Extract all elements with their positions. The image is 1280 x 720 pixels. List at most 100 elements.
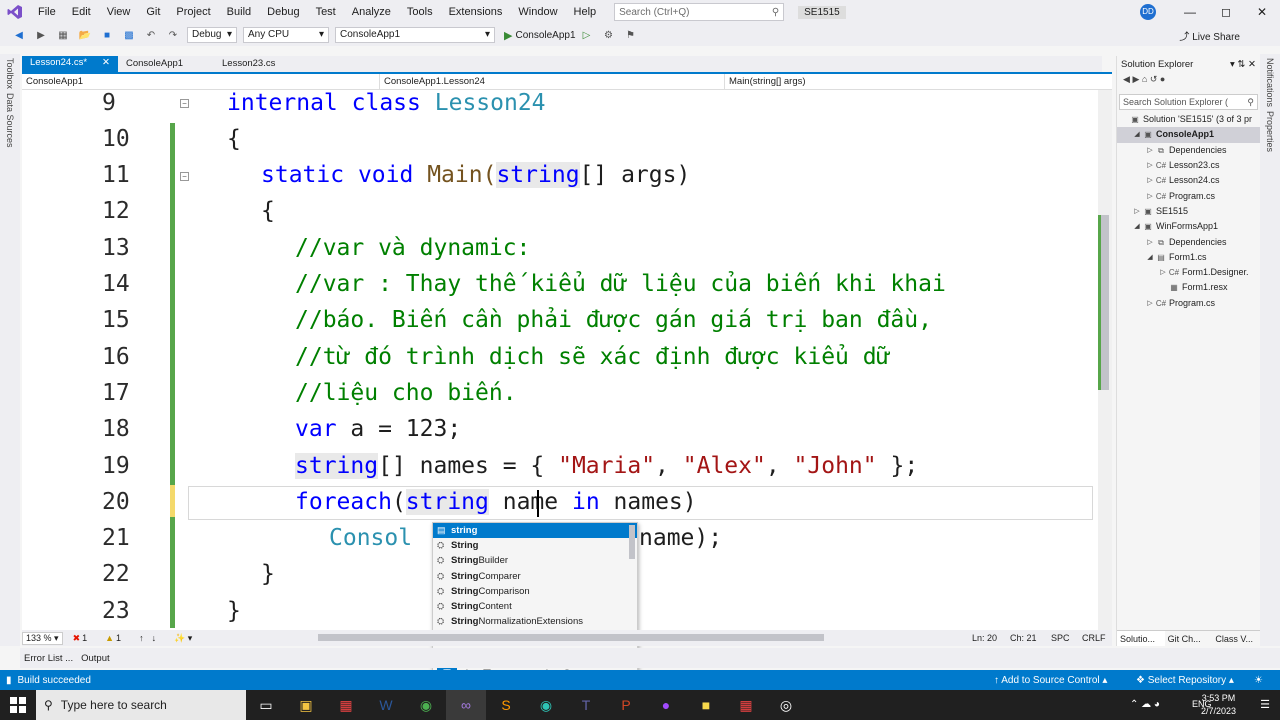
menu-item-git[interactable]: Git: [138, 0, 168, 24]
windows-start-icon[interactable]: [10, 697, 26, 716]
collapse-icon[interactable]: −: [180, 172, 189, 181]
menu-item-edit[interactable]: Edit: [64, 0, 99, 24]
tree-node[interactable]: ▣ Solution 'SE1515' (3 of 3 pr: [1117, 112, 1260, 127]
task-view-icon[interactable]: ▭: [246, 690, 286, 720]
pin-icon[interactable]: ⇅: [1237, 59, 1245, 70]
bookmark-icon[interactable]: ⚑: [623, 28, 639, 42]
tab-solution-explorer[interactable]: Solutio...: [1117, 631, 1165, 646]
tab-lesson23[interactable]: Lesson23.cs: [214, 56, 310, 72]
sublime-icon[interactable]: S: [486, 690, 526, 720]
expanded-arrow-icon[interactable]: ◢: [1145, 250, 1155, 265]
menu-item-tools[interactable]: Tools: [399, 0, 441, 24]
configuration-dropdown[interactable]: Debug ▾: [187, 27, 237, 43]
save-icon[interactable]: ■: [99, 28, 115, 42]
close-icon[interactable]: ✕: [102, 55, 110, 71]
chrome-icon[interactable]: ◉: [406, 690, 446, 720]
sync-icon[interactable]: ↺: [1150, 74, 1158, 84]
taskbar-search-input[interactable]: ⚲ Type here to search: [36, 690, 246, 720]
chevron-down-icon[interactable]: ▾: [1230, 59, 1235, 70]
completion-item[interactable]: ⛭ String Content: [433, 599, 637, 614]
file-explorer-icon[interactable]: ▣: [286, 690, 326, 720]
word-icon[interactable]: W: [366, 690, 406, 720]
undo-icon[interactable]: ↶: [143, 28, 159, 42]
collapsed-arrow-icon[interactable]: ▷: [1145, 173, 1155, 188]
completion-item[interactable]: ▤ string: [433, 523, 637, 539]
popup-scrollbar[interactable]: [629, 525, 635, 559]
notifications-icon[interactable]: ☰: [1260, 698, 1270, 711]
vertical-scrollbar[interactable]: [1098, 90, 1112, 630]
completion-item[interactable]: ⛭ String Comparer: [433, 569, 637, 584]
tab-error-list[interactable]: Error List ...: [20, 653, 77, 664]
start-without-debugging-icon[interactable]: ▷: [579, 28, 595, 42]
sticky-notes-icon[interactable]: ■: [686, 690, 726, 720]
minimize-icon[interactable]: —: [1172, 0, 1208, 24]
collapsed-arrow-icon[interactable]: ▷: [1145, 296, 1155, 311]
expanded-arrow-icon[interactable]: ◢: [1132, 219, 1142, 234]
code-cleanup-icon[interactable]: ✨ ▾: [174, 633, 192, 644]
properties-tab[interactable]: Properties: [1265, 111, 1275, 152]
visual-studio-icon[interactable]: ∞: [446, 690, 486, 720]
error-count[interactable]: 1: [82, 633, 87, 643]
tab-lesson24[interactable]: Lesson24.cs* ✕: [22, 56, 118, 72]
solution-search-input[interactable]: Search Solution Explorer ( ⚲: [1119, 94, 1258, 110]
open-icon[interactable]: 📂: [77, 28, 93, 42]
nav-member-dropdown[interactable]: Main(string[] args): [725, 74, 1085, 90]
start-debugging-button[interactable]: ▶ ConsoleApp1: [504, 29, 576, 42]
tree-node[interactable]: ◢ ▤ Form1.cs: [1117, 250, 1260, 265]
platform-dropdown[interactable]: Any CPU ▾: [243, 27, 329, 43]
expanded-arrow-icon[interactable]: ◢: [1132, 127, 1142, 142]
horizontal-scrollbar[interactable]: [318, 634, 824, 641]
whitespace-indicator[interactable]: SPC: [1051, 633, 1070, 643]
scrollbar-thumb[interactable]: [1100, 215, 1109, 390]
hot-reload-icon[interactable]: ⚙: [601, 28, 617, 42]
notification-bell-icon[interactable]: ☀: [1254, 675, 1263, 686]
tree-node[interactable]: ◢ ▣ WinFormsApp1: [1117, 219, 1260, 234]
avatar[interactable]: DD: [1140, 4, 1156, 20]
notifications-tab[interactable]: Notifications: [1265, 58, 1275, 107]
edge-icon[interactable]: ◉: [526, 690, 566, 720]
startup-project-dropdown[interactable]: ConsoleApp1 ▾: [335, 27, 495, 43]
menu-item-extensions[interactable]: Extensions: [441, 0, 511, 24]
tree-node[interactable]: ▷ C# Form1.Designer.: [1117, 265, 1260, 280]
tree-node[interactable]: ▷ ⧉ Dependencies: [1117, 234, 1260, 249]
tab-consoleapp1[interactable]: ConsoleApp1: [118, 56, 214, 72]
tree-node[interactable]: ▷ C# Program.cs: [1117, 296, 1260, 311]
messenger-icon[interactable]: ●: [646, 690, 686, 720]
toolbox-tab[interactable]: Toolbox: [5, 58, 15, 89]
collapsed-arrow-icon[interactable]: ▷: [1158, 265, 1168, 280]
tab-class-view[interactable]: Class V...: [1212, 631, 1260, 646]
nav-project-dropdown[interactable]: ConsoleApp1: [22, 73, 380, 90]
menu-item-analyze[interactable]: Analyze: [344, 0, 399, 24]
completion-item[interactable]: ⛭ String Comparison: [433, 584, 637, 599]
back-icon[interactable]: ◀: [11, 28, 27, 42]
menu-item-help[interactable]: Help: [566, 0, 605, 24]
powerpoint-icon[interactable]: P: [606, 690, 646, 720]
arrow-up-icon[interactable]: ↑: [139, 633, 144, 643]
menu-item-view[interactable]: View: [99, 0, 139, 24]
menu-item-project[interactable]: Project: [168, 0, 218, 24]
forward-icon[interactable]: ▶: [33, 28, 49, 42]
collapsed-arrow-icon[interactable]: ▷: [1145, 235, 1155, 250]
zoom-dropdown[interactable]: 133 % ▾: [22, 631, 63, 645]
save-all-icon[interactable]: ▩: [121, 28, 137, 42]
gallery-icon[interactable]: ▦: [726, 690, 766, 720]
tree-node[interactable]: ▷ C# Lesson24.cs: [1117, 173, 1260, 188]
nav-class-dropdown[interactable]: ConsoleApp1.Lesson24: [380, 73, 725, 90]
collapsed-arrow-icon[interactable]: ▷: [1145, 158, 1155, 173]
tab-output[interactable]: Output: [77, 653, 114, 664]
taskbar-clock[interactable]: 3:53 PM 2/7/2023: [1201, 692, 1236, 718]
menu-item-debug[interactable]: Debug: [259, 0, 307, 24]
menu-item-file[interactable]: File: [30, 0, 64, 24]
obs-icon[interactable]: ◎: [766, 690, 806, 720]
completion-item[interactable]: ⛭ String Builder: [433, 553, 637, 568]
live-share-button[interactable]: ⤴ Live Share: [1179, 28, 1240, 43]
maximize-icon[interactable]: ◻: [1208, 0, 1244, 24]
settings-icon[interactable]: ●: [1160, 74, 1165, 84]
back-icon[interactable]: ◀: [1123, 74, 1130, 84]
search-input[interactable]: Search (Ctrl+Q) ⚲: [614, 3, 785, 21]
menu-item-test[interactable]: Test: [308, 0, 344, 24]
teams-icon[interactable]: T: [566, 690, 606, 720]
home-icon[interactable]: ⌂: [1142, 74, 1147, 84]
redo-icon[interactable]: ↷: [165, 28, 181, 42]
new-item-icon[interactable]: ▦: [55, 28, 71, 42]
